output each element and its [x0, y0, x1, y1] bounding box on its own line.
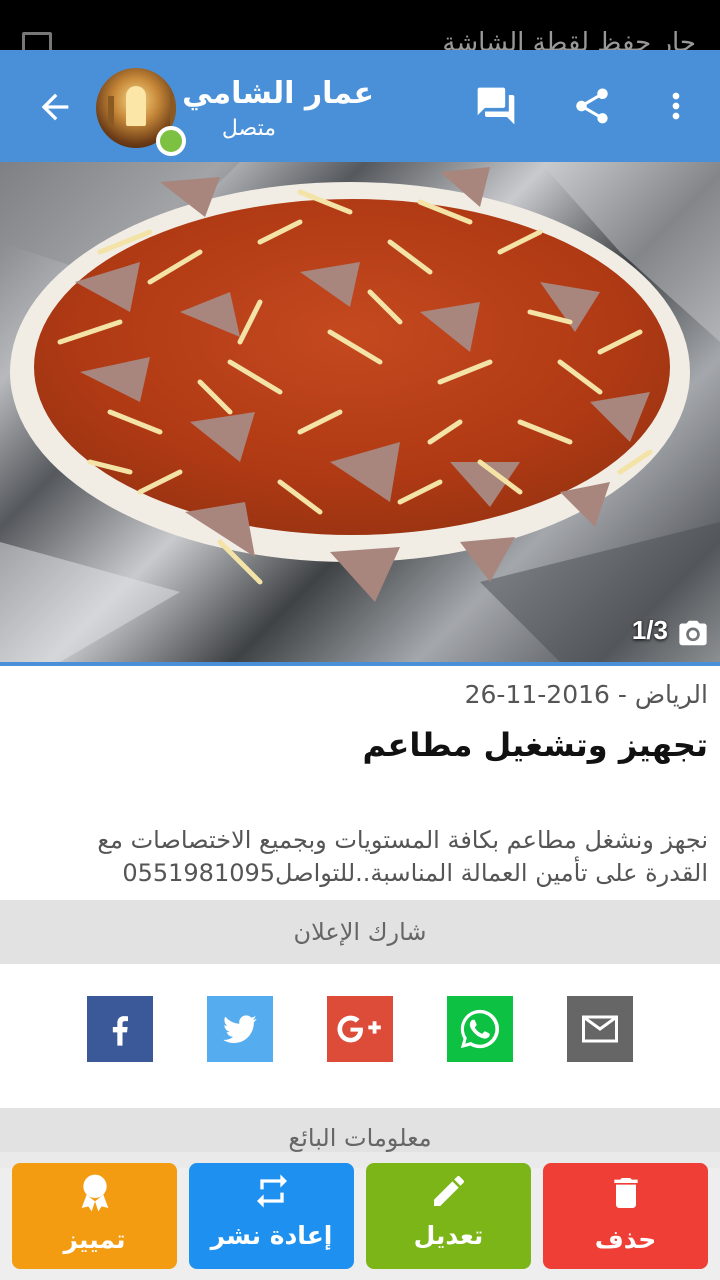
online-status-dot	[156, 126, 186, 156]
status-bar: جار حفظ لقطة الشاشة	[0, 0, 720, 50]
listing-location-date: الرياض - 2016-11-26	[464, 680, 708, 709]
more-options-button[interactable]	[652, 82, 700, 130]
listing-title: تجهيز وتشغيل مطاعم	[362, 726, 708, 764]
more-vert-icon	[672, 92, 680, 120]
trash-icon	[613, 1178, 638, 1208]
camera-icon	[676, 618, 710, 648]
photo-counter: 1/3	[631, 615, 668, 645]
seller-avatar-button[interactable]	[96, 68, 186, 156]
google-plus-icon	[337, 1015, 381, 1043]
share-google-plus-button[interactable]	[327, 996, 393, 1062]
delete-button[interactable]: حذف	[543, 1163, 708, 1269]
repost-icon	[256, 1174, 287, 1208]
status-ticker-text: جار حفظ لقطة الشاشة	[442, 28, 696, 50]
chat-button[interactable]	[472, 82, 520, 130]
screenshot-notification-icon	[22, 32, 52, 50]
share-button[interactable]	[568, 82, 616, 130]
owner-action-bar: تمييز إعادة نشر تعديل حذف	[0, 1152, 720, 1280]
back-button[interactable]	[30, 82, 80, 132]
feature-ad-label: تمييز	[63, 1225, 126, 1254]
edit-button[interactable]: تعديل	[366, 1163, 531, 1269]
facebook-icon	[112, 1016, 128, 1046]
seller-name[interactable]: عمار الشامي	[182, 76, 374, 111]
share-email-button[interactable]	[567, 996, 633, 1062]
whatsapp-icon	[460, 1009, 500, 1049]
repost-button[interactable]: إعادة نشر	[189, 1163, 354, 1269]
delete-label: حذف	[594, 1225, 657, 1254]
award-icon	[81, 1174, 108, 1212]
twitter-icon	[223, 1015, 257, 1043]
share-twitter-button[interactable]	[207, 996, 273, 1062]
mail-icon	[582, 1015, 618, 1043]
share-facebook-button[interactable]	[87, 996, 153, 1062]
app-bar: عمار الشامي متصل	[0, 50, 720, 162]
feature-ad-button[interactable]: تمييز	[12, 1163, 177, 1269]
listing-description: نجهز ونشغل مطاعم بكافة المستويات وبجميع …	[97, 826, 708, 887]
seller-online-status: متصل	[221, 116, 276, 141]
share-icon	[576, 88, 608, 124]
repost-label: إعادة نشر	[210, 1221, 333, 1250]
share-section-header: شارك الإعلان	[0, 900, 720, 964]
chat-icon	[477, 87, 515, 125]
listing-photo[interactable]: 1/3	[0, 162, 720, 662]
edit-label: تعديل	[413, 1221, 484, 1250]
share-buttons-row	[0, 996, 720, 1062]
edit-pencil-icon	[433, 1175, 464, 1206]
share-whatsapp-button[interactable]	[447, 996, 513, 1062]
photo-divider	[0, 662, 720, 666]
back-arrow-icon	[41, 93, 69, 121]
pizza-photo	[0, 162, 720, 662]
